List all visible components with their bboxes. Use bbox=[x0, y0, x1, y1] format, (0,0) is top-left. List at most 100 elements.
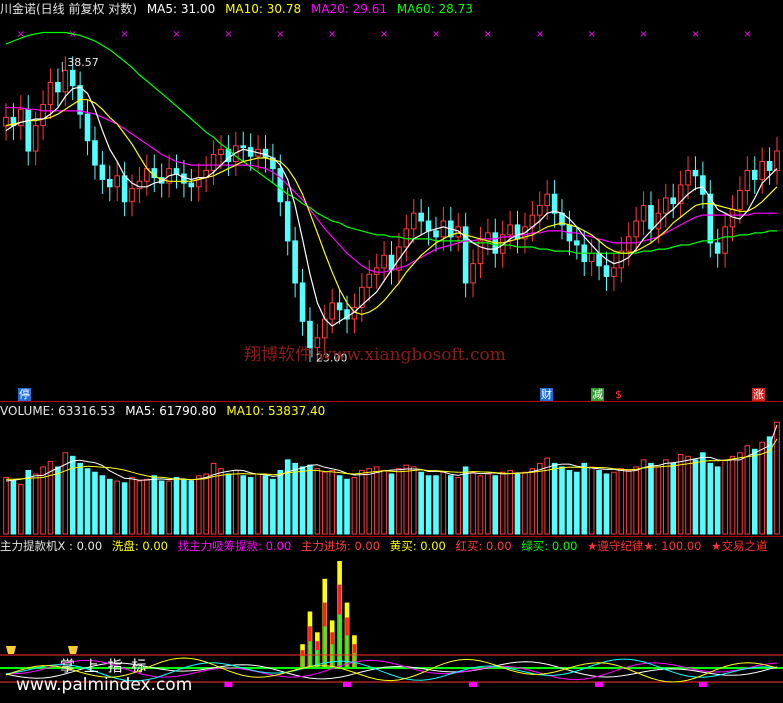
candle-body bbox=[692, 169, 699, 177]
volume-bar bbox=[625, 469, 632, 535]
signal-marker: × bbox=[743, 29, 751, 40]
candle-body bbox=[551, 193, 558, 214]
candle-body bbox=[433, 230, 439, 238]
cup-icon bbox=[68, 646, 78, 654]
candle-body bbox=[514, 224, 521, 240]
indicator-bar-green bbox=[323, 626, 327, 668]
candle-body bbox=[277, 168, 284, 203]
volume-bar bbox=[551, 462, 558, 535]
volume-bar bbox=[522, 471, 528, 535]
volume-bar bbox=[366, 468, 373, 535]
volume-bar bbox=[277, 469, 284, 535]
volume-bar bbox=[596, 469, 602, 535]
candle-body bbox=[292, 240, 298, 284]
volume-bar bbox=[359, 469, 365, 535]
volume-bar bbox=[255, 473, 261, 535]
volume-bar bbox=[700, 452, 706, 535]
candle-body bbox=[603, 265, 610, 277]
volume-bar bbox=[3, 477, 9, 535]
candle-body bbox=[685, 169, 691, 186]
signal-marker: × bbox=[120, 29, 128, 40]
volume-bar bbox=[455, 477, 462, 535]
indicator-bar-green bbox=[330, 644, 334, 668]
candle-body bbox=[321, 318, 328, 339]
volume-bar bbox=[418, 471, 424, 535]
volume-bar bbox=[581, 462, 588, 535]
volume-bar bbox=[203, 473, 209, 535]
volume-bar bbox=[381, 469, 387, 535]
signal-marker: × bbox=[276, 29, 284, 40]
candle-body bbox=[440, 220, 447, 238]
candle-body bbox=[366, 273, 373, 288]
volume-bar bbox=[144, 478, 150, 535]
volume-bar bbox=[336, 475, 343, 535]
candle-body bbox=[574, 240, 580, 246]
candle-body bbox=[633, 220, 639, 238]
volume-bar bbox=[92, 471, 98, 535]
volume-bar bbox=[233, 469, 239, 535]
candle-body bbox=[84, 113, 91, 142]
volume-bar bbox=[410, 466, 417, 535]
signal-marker: × bbox=[639, 29, 647, 40]
volume-bar bbox=[425, 475, 432, 535]
candle-body bbox=[766, 161, 773, 171]
volume-ma5-line bbox=[5, 424, 778, 482]
candle-body bbox=[418, 212, 424, 222]
volume-bar bbox=[470, 471, 476, 535]
candle-body bbox=[210, 154, 217, 171]
volume-bar bbox=[32, 473, 39, 535]
candle-body bbox=[737, 189, 743, 210]
volume-bar bbox=[462, 466, 469, 535]
volume-bar bbox=[707, 462, 714, 535]
volume-bar bbox=[344, 478, 350, 535]
volume-bar bbox=[662, 459, 669, 535]
signal-marker: × bbox=[380, 29, 388, 40]
flag-reduce: 减 bbox=[591, 388, 604, 401]
signal-marker: × bbox=[328, 29, 336, 40]
volume-bar bbox=[151, 475, 158, 535]
signal-marker: × bbox=[172, 29, 180, 40]
volume-bar bbox=[240, 475, 247, 535]
volume-bar bbox=[566, 469, 573, 535]
flag-rise: 涨 bbox=[752, 388, 765, 401]
volume-bar bbox=[611, 471, 617, 535]
volume-bar bbox=[270, 478, 276, 535]
volume-bar bbox=[492, 475, 499, 535]
volume-bar bbox=[433, 475, 439, 535]
candle-body bbox=[670, 197, 677, 205]
signal-marker: × bbox=[536, 29, 544, 40]
candle-body bbox=[62, 69, 69, 93]
volume-bar bbox=[670, 462, 677, 535]
candle-body bbox=[32, 125, 39, 152]
indicator-bar-green bbox=[301, 656, 304, 668]
volume-bar bbox=[262, 475, 269, 535]
ma5-line bbox=[5, 86, 778, 327]
volume-bar bbox=[25, 469, 32, 535]
volume-bar bbox=[181, 478, 187, 535]
candle-body bbox=[640, 205, 647, 222]
volume-bar bbox=[373, 466, 380, 535]
candle-body bbox=[114, 175, 121, 188]
candle-body bbox=[106, 178, 113, 188]
volume-bar bbox=[114, 480, 121, 535]
candle-body bbox=[25, 108, 32, 152]
candle-body bbox=[410, 212, 417, 230]
volume-bar bbox=[173, 477, 180, 535]
volume-bar bbox=[507, 469, 513, 535]
candle-body bbox=[700, 175, 706, 195]
volume-bar bbox=[536, 462, 543, 535]
candle-body bbox=[744, 169, 751, 191]
volume-bar bbox=[292, 462, 298, 535]
high-price-label: 38.57 bbox=[67, 56, 99, 69]
signal-marker: × bbox=[691, 29, 699, 40]
volume-bar bbox=[499, 471, 506, 535]
candle-body bbox=[381, 254, 387, 269]
volume-bar bbox=[77, 462, 83, 535]
candle-body bbox=[329, 302, 335, 320]
candle-body bbox=[588, 252, 595, 263]
volume-bar bbox=[307, 464, 313, 535]
cup-icon bbox=[6, 646, 16, 654]
candle-body bbox=[55, 82, 61, 93]
volume-bar bbox=[692, 459, 699, 535]
candle-body bbox=[173, 168, 180, 175]
